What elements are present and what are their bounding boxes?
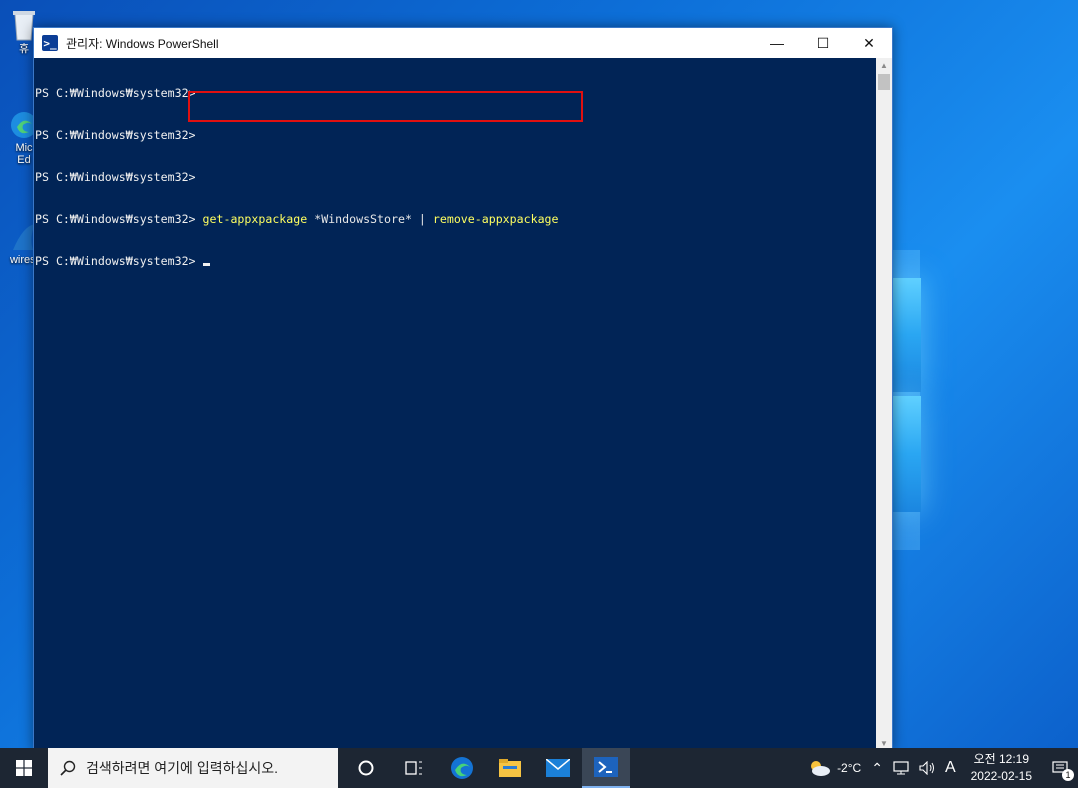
scroll-up-arrow-icon[interactable]: ▲ [876, 58, 892, 72]
input-method-indicator[interactable]: A [940, 759, 961, 777]
file-explorer-button[interactable] [486, 748, 534, 788]
command-highlight-box [188, 91, 583, 122]
cortana-button[interactable] [342, 748, 390, 788]
window-controls: — ☐ ✕ [754, 28, 892, 58]
taskbar-search-box[interactable]: 검색하려면 여기에 입력하십시오. [48, 748, 338, 788]
minimize-button[interactable]: — [754, 28, 800, 58]
windows-logo-wallpaper [893, 278, 921, 512]
weather-cloud-sun-icon [811, 761, 831, 776]
edge-taskbar-button[interactable] [438, 748, 486, 788]
volume-icon[interactable] [914, 761, 940, 775]
console-line: PS C:₩Windows₩system32> [35, 128, 196, 142]
show-hidden-icons-chevron-icon[interactable]: ⌃ [866, 760, 888, 777]
taskbar-clock[interactable]: 오전 12:19 2022-02-15 [961, 751, 1042, 785]
network-icon[interactable] [888, 761, 914, 775]
console-line-command: PS C:₩Windows₩system32> get-appxpackage … [35, 212, 559, 226]
powershell-window[interactable]: >_ 관리자: Windows PowerShell — ☐ ✕ PS C:₩W… [33, 27, 893, 751]
scrollbar-thumb[interactable] [878, 74, 890, 90]
window-title: 관리자: Windows PowerShell [66, 36, 219, 51]
text-cursor [202, 263, 210, 266]
powershell-taskbar-button[interactable] [582, 748, 630, 788]
start-button[interactable] [0, 748, 48, 788]
weather-temperature: -2°C [837, 761, 862, 775]
weather-widget[interactable]: -2°C [802, 759, 866, 777]
search-icon [60, 760, 76, 776]
console-line-current: PS C:₩Windows₩system32> [35, 254, 875, 268]
mail-button[interactable] [534, 748, 582, 788]
clock-time: 오전 12:19 [973, 752, 1030, 766]
mail-icon [546, 759, 570, 777]
system-tray: -2°C ⌃ A 오전 12:19 2022-02-15 1 [802, 748, 1078, 788]
clock-date: 2022-02-15 [970, 769, 1032, 783]
cmdlet-remove-appxpackage: remove-appxpackage [432, 212, 559, 226]
powershell-app-icon: >_ [42, 35, 58, 51]
taskbar: 검색하려면 여기에 입력하십시오. -2°C ⌃ A 오전 12:19 2022… [0, 748, 1078, 788]
file-explorer-icon [499, 759, 521, 777]
task-view-button[interactable] [390, 748, 438, 788]
maximize-button[interactable]: ☐ [800, 28, 846, 58]
close-button[interactable]: ✕ [846, 28, 892, 58]
command-argument: *WindowsStore* | [307, 212, 433, 226]
search-placeholder: 검색하려면 여기에 입력하십시오. [86, 760, 278, 776]
cortana-icon [358, 760, 374, 776]
console-line: PS C:₩Windows₩system32> [35, 170, 196, 184]
vertical-scrollbar[interactable]: ▲ ▼ [876, 58, 892, 750]
powershell-icon [594, 757, 618, 777]
cmdlet-get-appxpackage: get-appxpackage [195, 212, 308, 226]
action-center-button[interactable]: 1 [1042, 748, 1078, 788]
notification-count-badge: 1 [1062, 769, 1074, 781]
console-output[interactable]: PS C:₩Windows₩system32> PS C:₩Windows₩sy… [34, 58, 876, 750]
window-titlebar[interactable]: >_ 관리자: Windows PowerShell — ☐ ✕ [34, 28, 892, 58]
edge-icon [451, 757, 473, 779]
windows-start-icon [16, 760, 32, 776]
task-view-icon [405, 761, 422, 775]
